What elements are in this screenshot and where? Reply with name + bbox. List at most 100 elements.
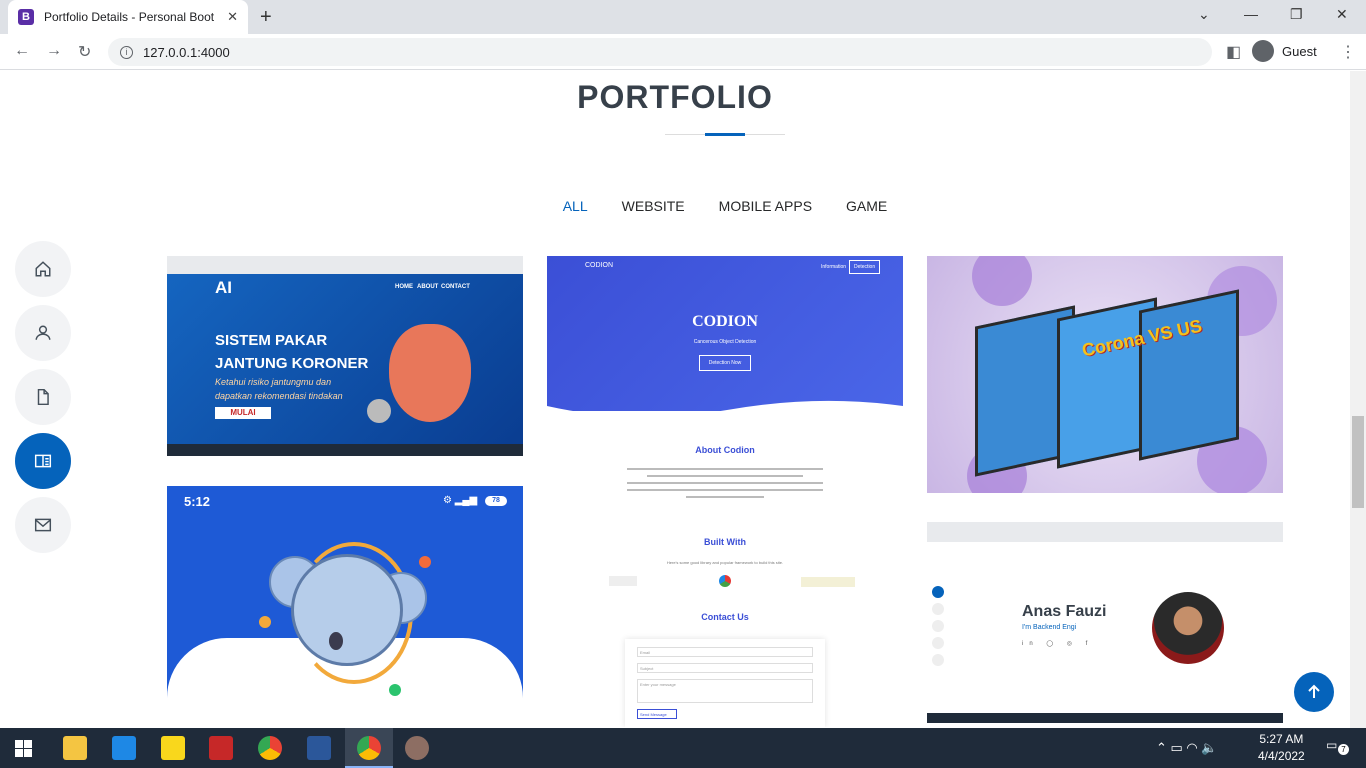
menu-icon[interactable]: ⋮ [1340,42,1356,62]
sticky-notes-icon[interactable] [161,736,185,760]
close-tab-icon[interactable]: ✕ [227,9,238,25]
browser-tab[interactable]: B Portfolio Details - Personal Boots ✕ [8,0,248,34]
planet-dot-icon [389,684,401,696]
codion-built-title: Built With [704,537,746,547]
profile-photo [1152,592,1224,664]
vscode-icon[interactable] [112,736,136,760]
restore-icon[interactable]: ❐ [1290,6,1303,23]
codion-hero-title: CODION [692,313,758,330]
portfolio-item-mobile-app[interactable]: 5:12 78 ⚙ ▂▄▆ [167,486,523,728]
forward-icon[interactable]: → [46,42,62,60]
system-tray[interactable]: ⌃ ▭ ◠ 🔈 [1156,740,1218,756]
codion-message-field: Enter your message [637,679,813,703]
stethoscope-icon [367,399,391,423]
reload-icon[interactable]: ↻ [78,42,91,62]
codion-subject-field: Subject [637,663,813,673]
clock-date: 4/4/2022 [1258,749,1305,763]
mini-taskbar [927,713,1283,723]
page-content: PORTFOLIO ALL WEBSITE MOBILE APPS GAME A… [0,71,1350,728]
profile-name: Anas Fauzi [1022,603,1107,620]
heart-heading-1: SISTEM PAKAR [215,332,328,349]
scikit-image-logo-icon [801,577,855,587]
codion-hero-sub: Cancerous Object Detection [693,339,757,345]
new-tab-icon[interactable]: + [260,6,272,29]
scrollbar-thumb[interactable] [1352,416,1364,508]
file-explorer-icon[interactable] [63,736,87,760]
codion-nav-detect: Detection [849,260,881,274]
close-window-icon[interactable]: ✕ [1336,6,1348,23]
mini-nav-icon [932,654,944,666]
tab-search-icon[interactable]: ⌄ [1198,6,1210,23]
arrow-up-icon [1308,684,1320,698]
portfolio-item-codion[interactable]: CODION Information Detection CODION Canc… [547,256,903,727]
back-icon[interactable]: ← [14,42,30,60]
portfolio-filters: ALL WEBSITE MOBILE APPS GAME [0,198,1350,214]
wave-shape [547,400,903,426]
heart-heading-2: JANTUNG KORONER [215,355,369,372]
back-to-top-button[interactable] [1294,672,1334,712]
social-icons: in ◯ ◎ f [1022,641,1094,647]
windows-taskbar: ⌃ ▭ ◠ 🔈 5:27 AM 4/4/2022 ▭ 7 [0,728,1366,768]
heart-sub-2: dapatkan rekomendasi tindakan [215,391,343,401]
home-icon [35,261,51,277]
mobile-signal-icon: ⚙ ▂▄▆ [443,495,478,506]
mobile-battery: 78 [485,496,507,506]
avatar-icon [1252,40,1274,62]
profile-label: Guest [1282,43,1317,59]
nav-resume[interactable] [15,369,71,425]
clock-time: 5:27 AM [1259,732,1304,746]
minimize-icon[interactable]: — [1244,6,1258,22]
address-bar[interactable]: i 127.0.0.1:4000 [108,38,1212,66]
bootstrap-favicon-icon: B [18,9,34,25]
page-scrollbar[interactable] [1350,71,1366,728]
profile-button[interactable]: Guest [1252,40,1317,62]
site-info-icon[interactable]: i [120,45,133,59]
codion-nav-info: Information [821,264,847,270]
side-panel-icon[interactable]: ◧ [1226,42,1241,62]
codion-email-field: Email [637,647,813,657]
heart-start-button: MULAI [215,407,271,419]
planet-dot-icon [259,616,271,628]
heart-nav-contact: CONTACT [441,284,470,290]
nav-portfolio[interactable] [15,433,71,489]
filter-game[interactable]: GAME [846,198,887,214]
heart-nav-about: ABOUT [417,284,439,290]
game-screen-right [1139,289,1239,461]
side-nav [15,241,71,561]
notification-icon[interactable]: ▭ 7 [1326,738,1349,758]
heart-illustration-icon [389,324,471,422]
title-accent [705,133,745,136]
mini-browser-bar [167,256,523,274]
mobile-time: 5:12 [184,494,211,509]
koala-nose-icon [329,632,343,650]
file-icon [37,388,49,406]
windows-start-icon[interactable] [15,740,32,757]
codion-about-text [627,468,823,504]
notification-count: 7 [1338,744,1349,755]
nav-contact[interactable] [15,497,71,553]
chrome-icon[interactable] [258,736,282,760]
codion-hero-bg [547,256,903,411]
codion-contact-form: Email Subject Enter your message Send Me… [625,639,825,727]
voicemeeter-icon[interactable] [209,736,233,760]
taskbar-active-chrome[interactable] [345,728,393,768]
envelope-icon [34,518,52,532]
clock[interactable]: 5:27 AM 4/4/2022 [1258,731,1305,765]
portfolio-item-game[interactable]: Corona VS US [927,256,1283,493]
person-icon [35,325,51,340]
mini-nav-active-icon [932,586,944,598]
filter-mobile-apps[interactable]: MOBILE APPS [719,198,812,214]
heart-sub-1: Ketahui risiko jantungmu dan [215,377,332,387]
nav-about[interactable] [15,305,71,361]
planet-dot-icon [419,556,431,568]
portfolio-item-profile-site[interactable]: Anas Fauzi I'm Backend Engi in ◯ ◎ f [927,522,1283,723]
filter-all[interactable]: ALL [563,198,588,214]
profile-role: I'm Backend Engi [1022,624,1077,631]
paint-icon[interactable] [405,736,429,760]
word-icon[interactable] [307,736,331,760]
virus-icon [972,256,1032,306]
mini-nav-icon [932,603,944,615]
portfolio-item-heart[interactable]: AI HOME ABOUT CONTACT SISTEM PAKAR JANTU… [167,256,523,456]
nav-home[interactable] [15,241,71,297]
filter-website[interactable]: WEBSITE [622,198,685,214]
